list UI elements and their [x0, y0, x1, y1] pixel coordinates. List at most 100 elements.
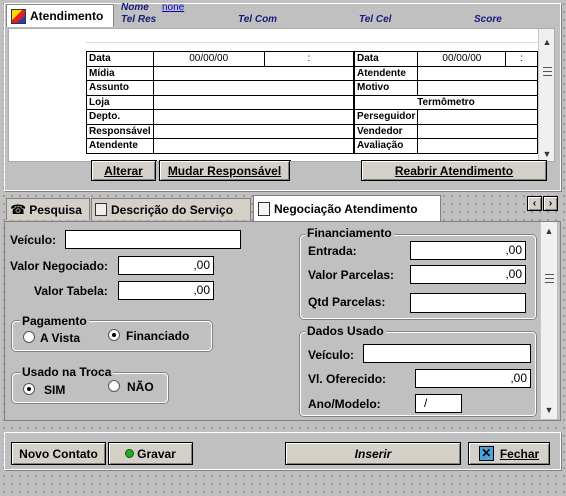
- ano-modelo-label: Ano/Modelo:: [308, 397, 381, 411]
- score-label: Score: [474, 14, 502, 25]
- scroll-thumb-grip-icon[interactable]: [543, 67, 552, 76]
- entrada-input[interactable]: ,00: [410, 241, 526, 260]
- scroll-down-icon[interactable]: ▼: [539, 147, 554, 161]
- usado-nao-label[interactable]: NÃO: [127, 380, 154, 394]
- table-row: Loja: [86, 94, 355, 110]
- valor-tabela-input[interactable]: ,00: [118, 281, 214, 300]
- table-row: Data 00/00/00 :: [86, 51, 355, 67]
- table-row: Depto.: [86, 109, 355, 125]
- grid-label: Perseguidor: [353, 109, 419, 125]
- pagamento-financiado-label[interactable]: Financiado: [126, 329, 189, 343]
- vl-oferecido-input[interactable]: ,00: [415, 369, 531, 388]
- tab-descricao-label: Descrição do Serviço: [111, 202, 234, 217]
- termometro-header: Termômetro: [354, 94, 538, 110]
- pagamento-financiado-radio[interactable]: [108, 329, 120, 341]
- scroll-down-icon[interactable]: ▼: [541, 403, 557, 417]
- usado-sim-label[interactable]: SIM: [44, 383, 65, 397]
- usado-nao-radio[interactable]: [108, 380, 120, 392]
- tab-negociacao-label: Negociação Atendimento: [274, 201, 418, 216]
- qtd-parcelas-input[interactable]: [410, 293, 526, 313]
- pagamento-a-vista-radio[interactable]: [23, 331, 35, 343]
- left-time-field[interactable]: :: [263, 51, 355, 67]
- grid-label: Avaliação: [353, 138, 419, 154]
- right-atendente-field[interactable]: [417, 65, 538, 81]
- reabrir-atendimento-button-face[interactable]: Reabrir Atendimento: [361, 160, 547, 181]
- usado-troca-title: Usado na Troca: [20, 365, 114, 379]
- table-row: Atendente: [353, 65, 538, 81]
- right-time-field[interactable]: :: [505, 51, 538, 67]
- financiamento-title: Financiamento: [305, 226, 394, 240]
- valor-parcelas-label: Valor Parcelas:: [308, 268, 395, 282]
- grid-label: Data: [86, 51, 154, 67]
- clipped-header-row: [86, 37, 538, 43]
- tel-com-label: Tel Com: [238, 14, 278, 25]
- perseguidor-field[interactable]: [417, 109, 538, 125]
- mudar-responsavel-button-face[interactable]: Mudar Responsável: [159, 160, 290, 181]
- atendimento-scroll-area[interactable]: Data 00/00/00 : Mídia Assunto Loja Depto…: [8, 28, 555, 162]
- tab-pesquisa[interactable]: ☎ Pesquisa: [6, 198, 90, 220]
- gravar-button[interactable]: Gravar: [108, 442, 193, 465]
- table-row: Assunto: [86, 80, 355, 96]
- grid-label: Atendente: [86, 138, 154, 154]
- fechar-button[interactable]: ✕ Fechar: [468, 442, 550, 465]
- entrada-label: Entrada:: [308, 244, 357, 258]
- tab-atendimento[interactable]: Atendimento: [6, 4, 114, 27]
- pagamento-a-vista-label[interactable]: A Vista: [40, 331, 80, 345]
- grid-label: Assunto: [86, 80, 154, 96]
- table-row: Motivo: [353, 80, 538, 96]
- right-date-field[interactable]: 00/00/00: [417, 51, 507, 67]
- usado-veiculo-input[interactable]: [363, 344, 531, 363]
- tab-scroll-right-icon[interactable]: ›: [543, 196, 558, 211]
- motivo-field[interactable]: [417, 80, 538, 96]
- table-row: Atendente: [86, 138, 355, 154]
- table-row: Mídia: [86, 65, 355, 81]
- tab-atendimento-label: Atendimento: [30, 9, 104, 23]
- table-row: Data 00/00/00 :: [353, 51, 538, 67]
- document-icon: [258, 201, 270, 216]
- qtd-parcelas-label: Qtd Parcelas:: [308, 295, 386, 309]
- top-scrollbar[interactable]: ▲ ▼: [538, 29, 554, 161]
- dados-usado-title: Dados Usado: [305, 324, 386, 338]
- table-row: Termômetro: [354, 94, 538, 110]
- valor-tabela-label: Valor Tabela:: [34, 284, 108, 298]
- atendente-field[interactable]: [152, 138, 355, 154]
- assunto-field[interactable]: [152, 80, 355, 96]
- grid-label: Atendente: [353, 65, 419, 81]
- novo-contato-button[interactable]: Novo Contato: [11, 442, 106, 465]
- grid-label: Motivo: [353, 80, 419, 96]
- usado-sim-radio[interactable]: [23, 383, 35, 395]
- right-info-grid: Data 00/00/00 : Atendente Motivo Termôme…: [353, 51, 538, 154]
- tab-pesquisa-label: Pesquisa: [29, 202, 82, 217]
- grid-label: Loja: [86, 94, 154, 110]
- left-date-field[interactable]: 00/00/00: [152, 51, 265, 67]
- midia-field[interactable]: [152, 65, 355, 81]
- tab-descricao-servico[interactable]: Descrição do Serviço: [91, 198, 251, 220]
- ano-modelo-input[interactable]: /: [415, 394, 462, 413]
- grid-label: Mídia: [86, 65, 154, 81]
- valor-negociado-input[interactable]: ,00: [118, 256, 214, 275]
- negociacao-scrollbar[interactable]: ▲ ▼: [540, 222, 557, 419]
- pagamento-title: Pagamento: [20, 314, 89, 328]
- veiculo-label: Veículo:: [10, 233, 57, 247]
- alterar-button-face[interactable]: Alterar: [91, 160, 156, 181]
- veiculo-input[interactable]: [65, 230, 241, 249]
- vendedor-field[interactable]: [417, 123, 538, 139]
- responsavel-field[interactable]: [152, 123, 355, 139]
- table-row: Avaliação: [353, 138, 538, 154]
- inserir-button[interactable]: Inserir: [285, 442, 461, 465]
- scroll-thumb-grip-icon[interactable]: [545, 274, 554, 283]
- avaliacao-field[interactable]: [417, 138, 538, 154]
- valor-parcelas-input[interactable]: ,00: [410, 265, 526, 284]
- grid-label: Data: [353, 51, 419, 67]
- depto-field[interactable]: [152, 109, 355, 125]
- tab-negociacao-atendimento[interactable]: Negociação Atendimento: [253, 195, 441, 221]
- table-row: Vendedor: [353, 123, 538, 139]
- tab-scroll-left-icon[interactable]: ‹: [527, 196, 542, 211]
- grid-label: Responsável: [86, 123, 154, 139]
- scroll-up-icon[interactable]: ▲: [541, 224, 557, 238]
- green-dot-icon: [125, 449, 135, 458]
- scroll-up-icon[interactable]: ▲: [539, 35, 554, 49]
- valor-negociado-label: Valor Negociado:: [10, 259, 109, 273]
- loja-field[interactable]: [152, 94, 355, 110]
- nome-value-link[interactable]: none: [162, 2, 184, 13]
